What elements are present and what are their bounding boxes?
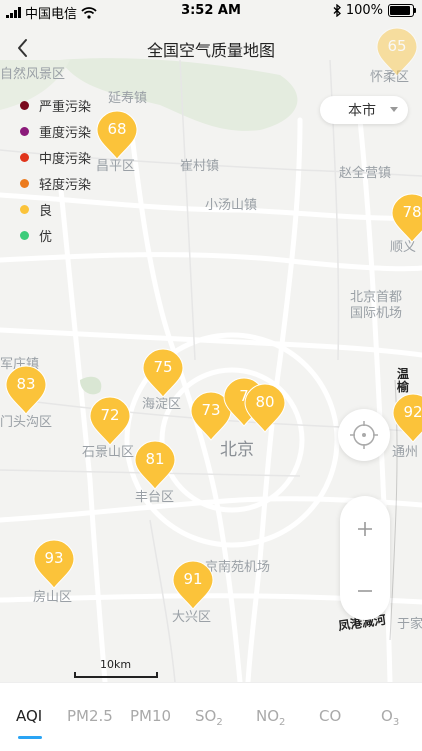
marker-shunyi[interactable]: 78 xyxy=(390,192,422,244)
zoom-control xyxy=(340,496,390,620)
aqi-value: 93 xyxy=(44,549,64,567)
city-select[interactable]: 本市 xyxy=(320,96,408,124)
aqi-value: 83 xyxy=(16,375,36,393)
tab-pm10[interactable]: PM10 xyxy=(130,707,171,725)
pollutant-tabs: AQI PM2.5 PM10 SO2 NO2 CO O3 xyxy=(0,682,422,751)
scale-label: 10km xyxy=(100,658,132,671)
legend-dot xyxy=(20,204,29,214)
marker-tongzhou[interactable]: 92 xyxy=(391,392,422,444)
legend-dot xyxy=(20,152,29,162)
tab-label: PM2.5 xyxy=(67,707,113,725)
marker-daxing[interactable]: 91 xyxy=(171,559,215,611)
tab-aqi[interactable]: AQI xyxy=(16,707,42,725)
marker-fengtai[interactable]: 81 xyxy=(133,439,177,491)
legend-label: 中度污染 xyxy=(39,151,92,167)
chevron-down-icon xyxy=(390,107,398,112)
tab-label: NO xyxy=(256,707,280,725)
scale-bar xyxy=(74,672,158,678)
legend-item: 轻度污染 xyxy=(20,170,91,196)
legend-item: 重度污染 xyxy=(20,118,91,144)
map-label-cuncun: 崔村镇 xyxy=(180,159,220,174)
marker-chaoyang[interactable]: 80 xyxy=(243,382,287,434)
legend-label: 严重污染 xyxy=(39,99,92,115)
aqi-value: 68 xyxy=(107,120,127,138)
map-label-xiaotangshan: 小汤山镇 xyxy=(205,198,258,213)
tab-subscript: 3 xyxy=(392,717,400,728)
status-bar: 中国电信 3:52 AM 100% xyxy=(0,0,422,22)
tab-label: O xyxy=(381,707,393,725)
legend-item: 中度污染 xyxy=(20,144,91,170)
tab-o3[interactable]: O3 xyxy=(381,707,399,728)
tab-subscript: 2 xyxy=(216,717,223,728)
legend-label: 轻度污染 xyxy=(39,177,92,193)
tab-pm2.5[interactable]: PM2.5 xyxy=(67,707,113,725)
nav-bar: 全国空气质量地图 xyxy=(0,28,422,68)
aqi-legend: 严重污染重度污染中度污染轻度污染良优 xyxy=(20,92,91,248)
legend-dot xyxy=(20,178,29,188)
tab-label: PM10 xyxy=(130,707,172,725)
marker-fangshan[interactable]: 93 xyxy=(32,538,76,590)
map-label-zhaoquanying: 赵全营镇 xyxy=(339,166,392,181)
crosshair-icon xyxy=(350,421,378,449)
map-label-airport-2: 国际机场 xyxy=(350,306,403,321)
minus-icon xyxy=(358,590,372,592)
tab-label: SO xyxy=(195,707,217,725)
aqi-value: 78 xyxy=(402,203,422,221)
plus-icon xyxy=(358,522,372,536)
legend-label: 良 xyxy=(39,203,53,219)
tab-label: AQI xyxy=(16,707,43,725)
tab-so2[interactable]: SO2 xyxy=(195,707,223,728)
aqi-value: 81 xyxy=(145,450,165,468)
map-label-yanshou: 延寿镇 xyxy=(108,91,148,106)
legend-item: 严重污染 xyxy=(20,92,91,118)
aqi-value: 72 xyxy=(100,406,120,424)
page-title: 全国空气质量地图 xyxy=(146,41,275,60)
tab-no2[interactable]: NO2 xyxy=(256,707,285,728)
legend-label: 优 xyxy=(39,229,53,245)
locate-button[interactable] xyxy=(338,409,390,461)
legend-item: 优 xyxy=(20,222,91,248)
tab-co[interactable]: CO xyxy=(319,707,341,725)
tab-subscript: 2 xyxy=(279,717,286,728)
marker-shijingshan[interactable]: 72 xyxy=(88,395,132,447)
zoom-out-button[interactable] xyxy=(340,566,390,616)
legend-dot xyxy=(20,126,29,136)
aqi-value: 91 xyxy=(183,570,203,588)
battery-icon xyxy=(388,4,416,17)
map-label-yujia: 于家 xyxy=(397,617,422,632)
map-label-wenyu: 温榆 xyxy=(397,367,410,394)
city-select-label: 本市 xyxy=(348,103,376,119)
tab-label: CO xyxy=(319,707,342,725)
aqi-value: 92 xyxy=(403,403,422,421)
legend-dot xyxy=(20,230,29,240)
legend-dot xyxy=(20,100,29,110)
legend-item: 良 xyxy=(20,196,91,222)
zoom-in-button[interactable] xyxy=(340,504,390,554)
bluetooth-icon xyxy=(333,4,341,17)
battery-percent: 100% xyxy=(345,3,383,18)
aqi-value: 80 xyxy=(255,393,275,411)
legend-label: 重度污染 xyxy=(39,125,92,141)
marker-haidian[interactable]: 75 xyxy=(141,347,185,399)
aqi-value: 75 xyxy=(153,358,173,376)
marker-mentougou[interactable]: 83 xyxy=(4,364,48,416)
active-tab-indicator xyxy=(18,736,42,739)
marker-changping[interactable]: 68 xyxy=(95,109,139,161)
